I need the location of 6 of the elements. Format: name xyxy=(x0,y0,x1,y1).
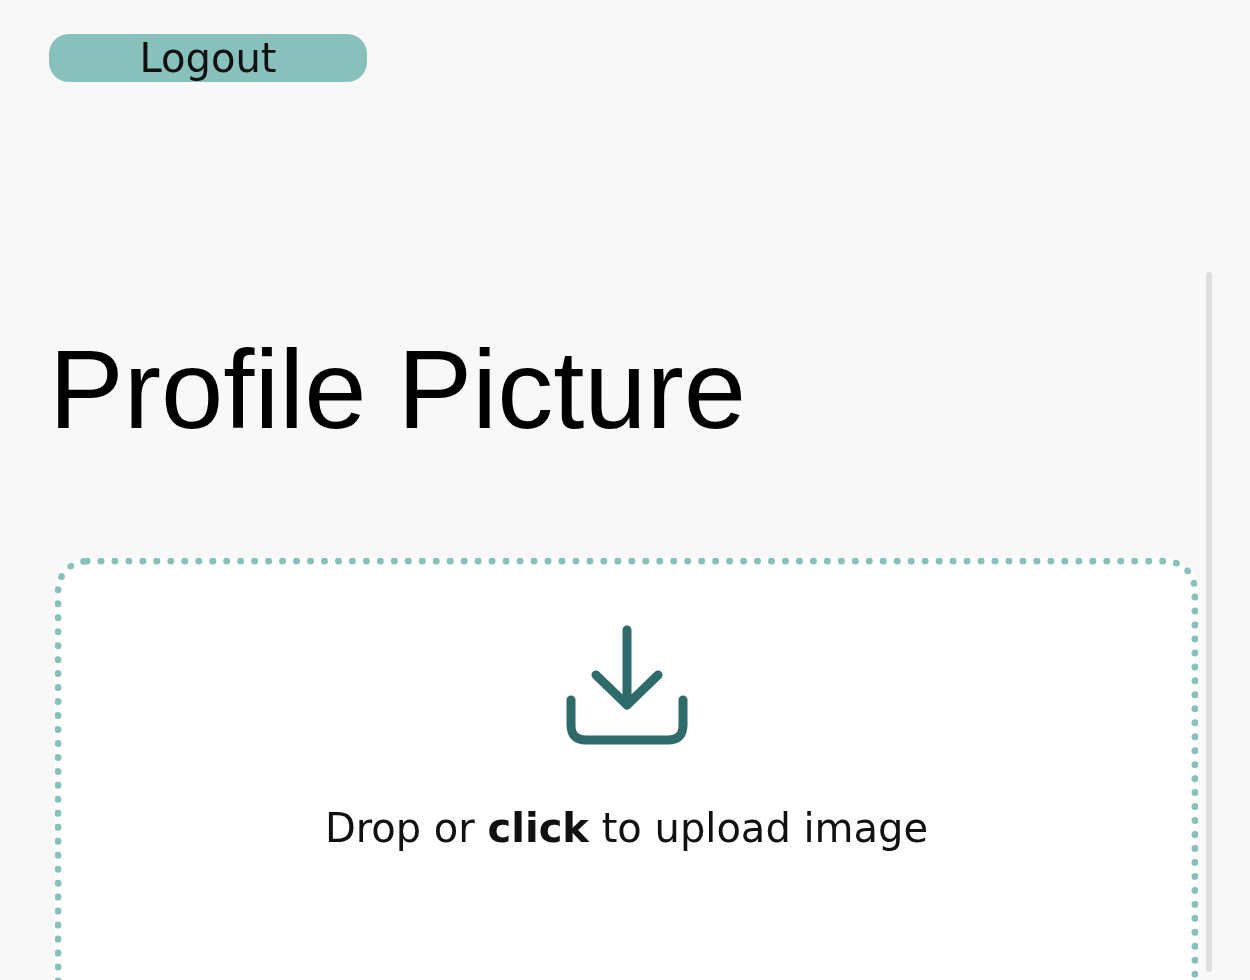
upload-prompt: Drop or click to upload image xyxy=(324,805,929,851)
logout-button[interactable]: Logout xyxy=(49,34,367,82)
upload-dropzone[interactable]: Drop or click to upload image xyxy=(55,558,1198,980)
download-icon xyxy=(565,625,688,747)
page-heading: Profile Picture xyxy=(49,330,748,450)
scrollbar[interactable] xyxy=(1206,272,1212,972)
